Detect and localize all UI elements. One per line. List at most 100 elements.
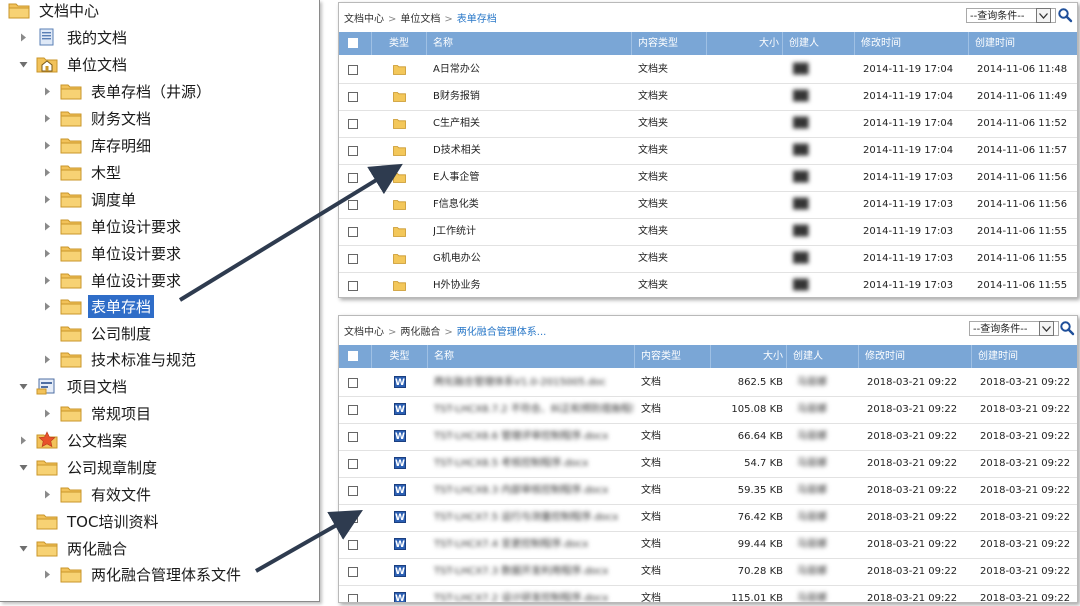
row-name[interactable]: TST-LHCX8.6 管理评审控制程序.docx [434,423,633,450]
breadcrumb-current[interactable]: 两化融合管理体系... [457,327,547,338]
row-checkbox[interactable] [348,146,358,156]
row-name[interactable]: G机电办公 [433,245,630,272]
tree-node[interactable]: 我的文档 [18,25,130,49]
breadcrumb-item[interactable]: 文档中心 [344,327,384,338]
tree-node-label[interactable]: 有效文件 [88,483,154,506]
tree-node-label[interactable]: 两化融合 [64,537,130,560]
table-row[interactable]: W TST-LHCX7.5 运行与测量控制程序.docx 文档 76.42 KB 马丽娜… [339,504,1077,532]
table-row[interactable]: W TST-LHCX8.6 管理评审控制程序.docx 文档 66.64 KB 马丽娜 2… [339,423,1077,451]
column-header[interactable]: 类型 [372,32,427,55]
tree-node[interactable]: 文档中心 [8,0,102,22]
tree-node-label[interactable]: 项目文档 [64,375,130,398]
column-header[interactable]: 内容类型 [635,345,711,368]
table-row[interactable]: W TST-LHCX8.5 考核控制程序.docx 文档 54.7 KB 马丽娜 2018… [339,450,1077,478]
tree-node[interactable]: 单位设计要求 [42,241,184,265]
row-checkbox[interactable] [348,567,358,577]
tree-node-label[interactable]: 单位设计要求 [88,242,184,265]
table-row[interactable]: W 两化融合管理体系V1.0-2015005.doc 文档 862.5 KB 马丽娜 20… [339,369,1077,397]
expand-right-icon[interactable] [42,489,52,499]
table-row[interactable]: G机电办公 文档夹 ██ 2014-11-19 17:03 2014-11-06 11:… [339,245,1077,273]
expand-right-icon[interactable] [42,113,52,123]
column-header[interactable]: 类型 [372,345,428,368]
row-name[interactable]: TST-LHCX8.5 考核控制程序.docx [434,450,633,477]
table-row[interactable]: D技术相关 文档夹 ██ 2014-11-19 17:04 2014-11-06 11:… [339,137,1077,165]
tree-node-label[interactable]: 文档中心 [36,0,102,22]
row-name[interactable]: D技术相关 [433,137,630,164]
row-checkbox[interactable] [348,119,358,129]
row-checkbox[interactable] [348,65,358,75]
tree-node[interactable]: 两化融合管理体系文件 [42,562,244,586]
expand-down-icon[interactable] [18,543,28,553]
row-checkbox[interactable] [348,459,358,469]
row-name[interactable]: A日常办公 [433,56,630,83]
table-row[interactable]: W TST-LHCX7.3 数据开发利用程序.docx 文档 70.28 KB 马丽娜 2… [339,558,1077,586]
breadcrumb-current[interactable]: 表单存档 [457,14,497,25]
tree-node[interactable]: 单位设计要求 [42,268,184,292]
tree-node[interactable]: 单位文档 [18,52,130,76]
tree-node-label[interactable]: 表单存档 [88,294,155,318]
expand-right-icon[interactable] [42,140,52,150]
row-checkbox[interactable] [348,227,358,237]
tree-node[interactable]: 常规项目 [42,401,154,425]
tree-node-label[interactable]: 两化融合管理体系文件 [88,563,244,586]
tree-node-label[interactable]: 财务文档 [88,107,154,130]
expand-right-icon[interactable] [18,32,28,42]
tree-node[interactable]: 表单存档 [42,294,155,318]
expand-right-icon[interactable] [42,221,52,231]
breadcrumb-item[interactable]: 两化融合 [400,327,440,338]
expand-down-icon[interactable] [18,381,28,391]
row-name[interactable]: E人事企管 [433,164,630,191]
row-checkbox[interactable] [348,254,358,264]
row-checkbox[interactable] [348,173,358,183]
tree-node[interactable]: 公司制度 [42,321,154,345]
table-row[interactable]: C生产相关 文档夹 ██ 2014-11-19 17:04 2014-11-06 11:… [339,110,1077,138]
table-row[interactable]: W TST-LHCX7.4 变更控制程序.docx 文档 99.44 KB 马丽娜 201… [339,531,1077,559]
expand-right-icon[interactable] [42,167,52,177]
chevron-down-icon[interactable] [1039,321,1054,336]
tree-node[interactable]: 库存明细 [42,133,154,157]
row-checkbox[interactable] [348,92,358,102]
expand-right-icon[interactable] [42,248,52,258]
search-icon[interactable] [1057,7,1073,23]
table-row[interactable]: A日常办公 文档夹 ██ 2014-11-19 17:04 2014-11-06 11:… [339,56,1077,84]
tree-node-label[interactable]: 表单存档（井源） [88,80,214,103]
row-name[interactable]: TST-LHCX8.3 内部审核控制程序.docx [434,477,633,504]
tree-node[interactable]: TOC培训资料 [18,509,161,533]
tree-node-label[interactable]: 调度单 [88,188,139,211]
tree-node-label[interactable]: 单位文档 [64,53,130,76]
table-row[interactable]: W TST-LHCX8.7.2 不符合、纠正和预防措施程序.doc 文档 105.08… [339,396,1077,424]
column-header[interactable]: 内容类型 [632,32,707,55]
column-header[interactable]: 修改时间 [859,345,972,368]
column-header[interactable]: 大小 [711,345,787,368]
column-header[interactable]: 创建时间 [969,32,1077,55]
row-name[interactable]: B财务报销 [433,83,630,110]
tree-node-label[interactable]: 公司规章制度 [64,456,160,479]
table-row[interactable]: H外协业务 文档夹 ██ 2014-11-19 17:03 2014-11-06 11:… [339,272,1077,297]
column-header[interactable]: 创建人 [783,32,855,55]
column-header[interactable]: 名称 [428,345,635,368]
expand-right-icon[interactable] [42,194,52,204]
tree-node-label[interactable]: 公文档案 [64,429,130,452]
row-checkbox[interactable] [348,594,358,602]
column-header[interactable]: 大小 [707,32,783,55]
column-header[interactable]: 名称 [427,32,632,55]
table-row[interactable]: E人事企管 文档夹 ██ 2014-11-19 17:03 2014-11-06 11:… [339,164,1077,192]
table-row[interactable]: F信息化类 文档夹 ██ 2014-11-19 17:03 2014-11-06 11:… [339,191,1077,219]
row-checkbox[interactable] [348,486,358,496]
table-row[interactable]: B财务报销 文档夹 ██ 2014-11-19 17:04 2014-11-06 11:… [339,83,1077,111]
expand-right-icon[interactable] [42,408,52,418]
tree-node[interactable]: 调度单 [42,187,139,211]
row-checkbox[interactable] [348,200,358,210]
column-header[interactable]: 修改时间 [855,32,969,55]
row-checkbox[interactable] [348,540,358,550]
tree-node-label[interactable]: TOC培训资料 [64,510,161,533]
row-name[interactable]: J工作统计 [433,218,630,245]
search-icon[interactable] [1059,320,1075,336]
expand-right-icon[interactable] [42,275,52,285]
tree-node[interactable]: 表单存档（井源） [42,79,214,103]
breadcrumb-item[interactable]: 单位文档 [400,14,440,25]
row-name[interactable]: TST-LHCX7.4 变更控制程序.docx [434,531,633,558]
row-name[interactable]: 两化融合管理体系V1.0-2015005.doc [434,369,633,396]
tree-node-label[interactable]: 木型 [88,161,124,184]
expand-right-icon[interactable] [42,354,52,364]
